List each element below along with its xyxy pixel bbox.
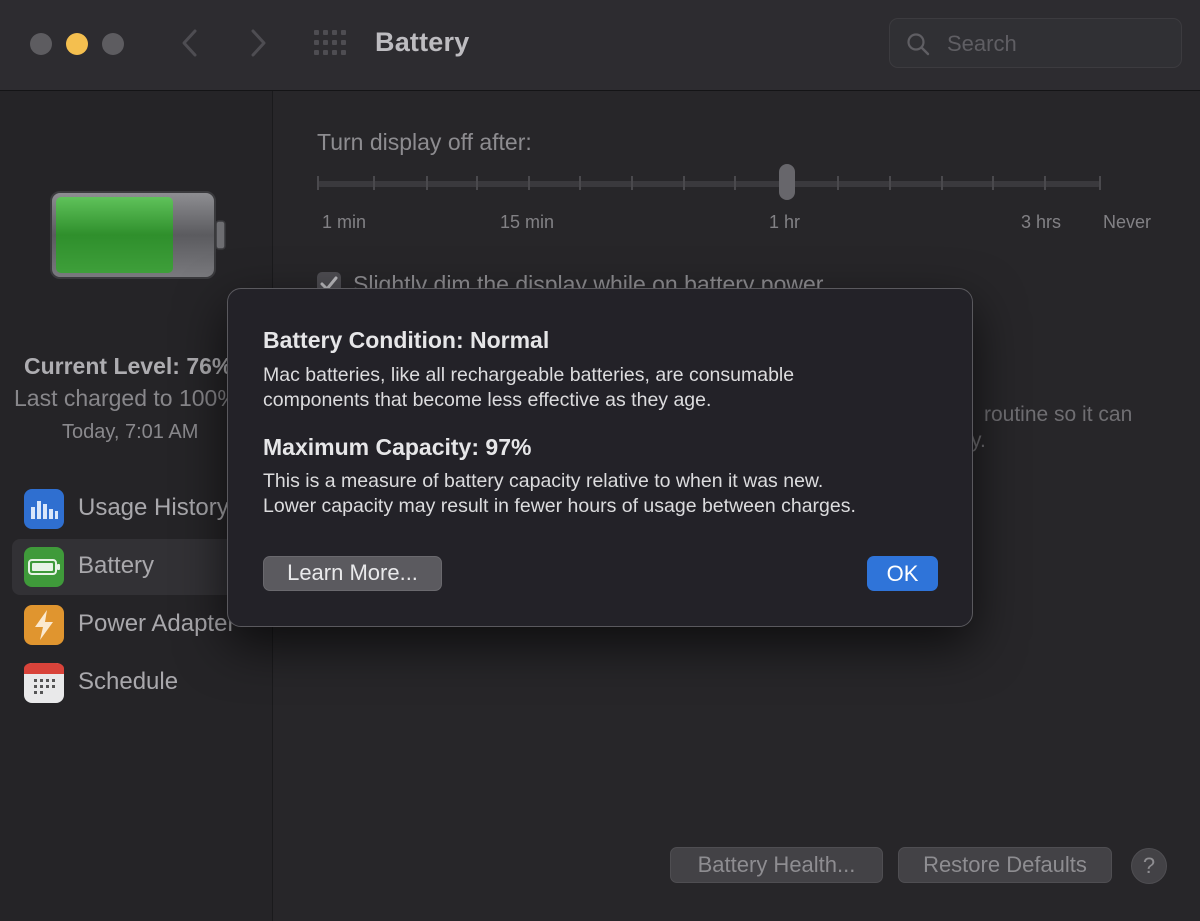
battery-condition-title: Battery Condition: Normal <box>263 327 550 353</box>
battery-condition-dialog: Battery Condition: Normal Mac batteries,… <box>227 288 973 627</box>
description-line: This is a measure of battery capacity re… <box>263 470 824 492</box>
maximum-capacity-description: This is a measure of battery capacity re… <box>263 469 953 519</box>
battery-condition-description: Mac batteries, like all rechargeable bat… <box>263 363 953 413</box>
system-preferences-window: Battery Search Current Level: 76% Last c… <box>0 0 1200 921</box>
description-line: Mac batteries, like all rechargeable bat… <box>263 364 795 386</box>
description-line: components that become less effective as… <box>263 389 712 411</box>
ok-button[interactable]: OK <box>867 556 938 591</box>
maximum-capacity-title: Maximum Capacity: 97% <box>263 434 532 460</box>
description-line: Lower capacity may result in fewer hours… <box>263 495 856 517</box>
learn-more-button[interactable]: Learn More... <box>263 556 442 591</box>
